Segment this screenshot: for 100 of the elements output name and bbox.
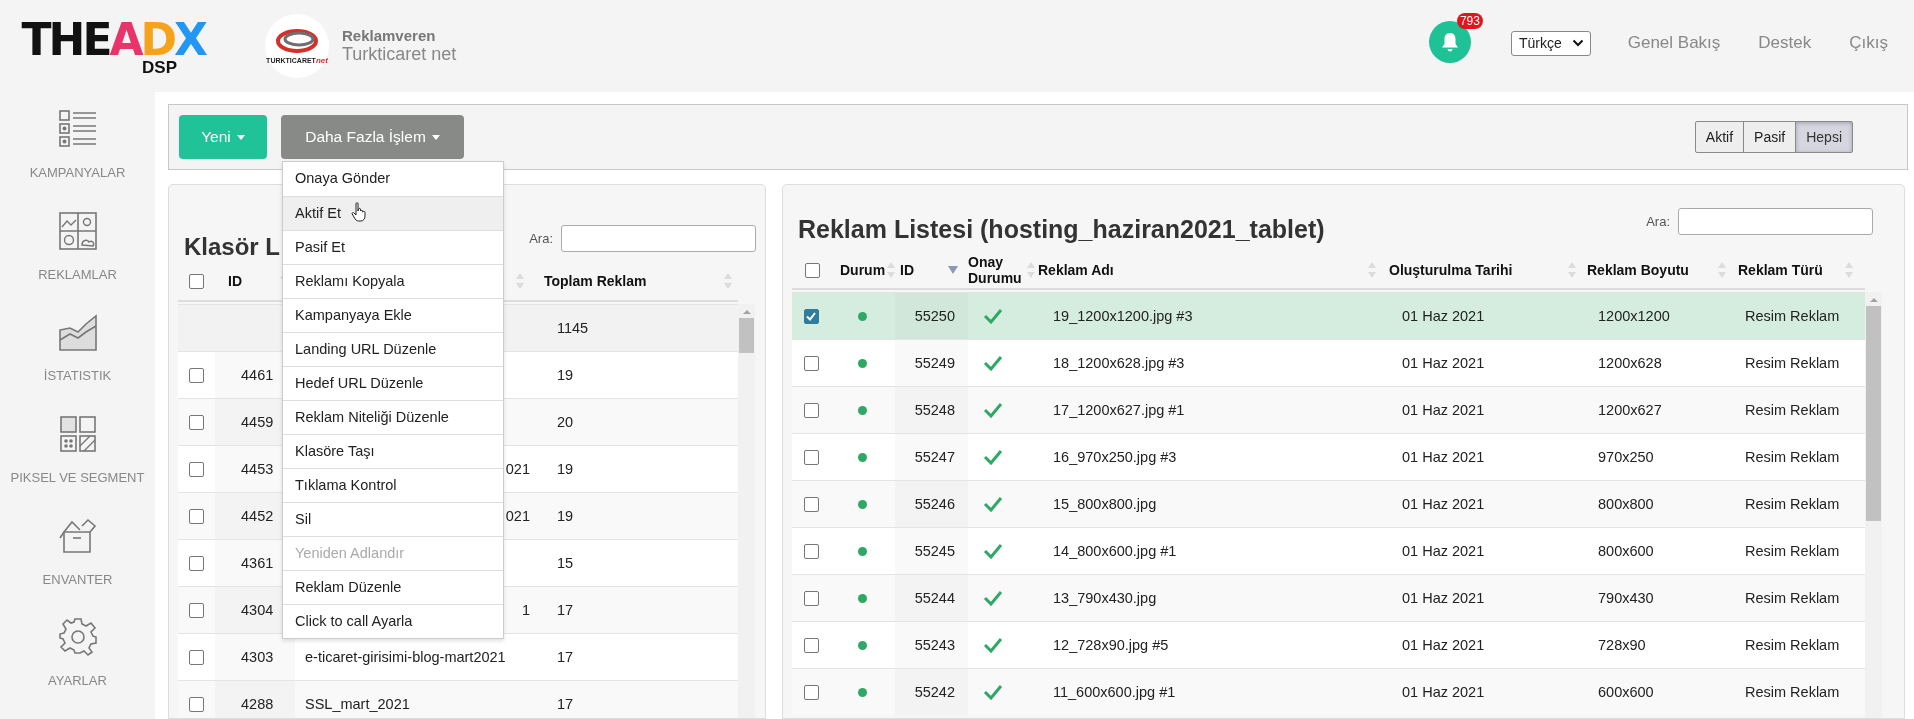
- checkbox[interactable]: [803, 543, 819, 559]
- sort-descending-icon[interactable]: [948, 266, 958, 274]
- column-header[interactable]: Durum: [840, 262, 886, 278]
- advertiser-label: Reklamveren: [342, 27, 437, 44]
- brand-logo-subtitle: DSP: [142, 60, 177, 76]
- table-cell-text: 14_800x600.jpg #1: [1052, 542, 1178, 561]
- brand-logo[interactable]: THEADX: [21, 20, 205, 60]
- table-cell: 55250: [895, 293, 968, 339]
- checkbox[interactable]: [803, 590, 819, 606]
- search-label: Ara:: [529, 231, 553, 246]
- table-cell: 55247: [895, 434, 968, 480]
- area-chart-icon[interactable]: [57, 312, 98, 353]
- table-cell-text: 01 Haz 2021: [1401, 495, 1486, 514]
- checkbox[interactable]: [189, 273, 204, 289]
- bell-icon: [1440, 32, 1459, 52]
- checkbox[interactable]: [189, 461, 204, 477]
- table-cell-text: 800x600: [1597, 542, 1655, 561]
- checkbox[interactable]: [803, 449, 819, 465]
- table-cell-text: Resim Reklam: [1744, 636, 1841, 655]
- table-cell-text: 970x250: [1597, 448, 1655, 467]
- table-cell-text: e-ticaret-girisimi-blog-mart2021: [304, 648, 507, 667]
- menu-item[interactable]: Onaya Gönder: [283, 162, 503, 196]
- menu-item[interactable]: Kampanyaya Ekle: [283, 298, 503, 332]
- table-cell: 55249: [895, 340, 968, 386]
- table-cell-text: 16_970x250.jpg #3: [1052, 448, 1178, 467]
- search-field[interactable]: [1678, 208, 1873, 235]
- table-cell: 55243: [895, 622, 968, 668]
- hand-cursor-icon: [351, 202, 367, 222]
- table-cell-text: 11_600x600.jpg #1: [1052, 683, 1177, 702]
- swirl-icon: [275, 27, 319, 54]
- menu-item[interactable]: Tıklama Kontrol: [283, 468, 503, 502]
- table-cell-text: 1200x628: [1597, 354, 1663, 373]
- checkbox[interactable]: [189, 414, 204, 430]
- checkbox[interactable]: [189, 602, 204, 618]
- column-header[interactable]: ID: [228, 273, 242, 289]
- table-cell-text: 17_1200x627.jpg #1: [1052, 401, 1186, 420]
- checkbox[interactable]: [803, 402, 819, 418]
- table-cell-text: 01 Haz 2021: [1401, 589, 1486, 608]
- menu-item[interactable]: Sil: [283, 502, 503, 536]
- checkbox[interactable]: [803, 355, 819, 371]
- filter-tab[interactable]: Hepsi: [1795, 121, 1853, 153]
- table-cell-text: 15_800x800.jpg: [1052, 495, 1158, 514]
- scrollbar[interactable]: [1865, 292, 1882, 718]
- checkbox[interactable]: [189, 367, 204, 383]
- checkbox[interactable]: [189, 649, 204, 665]
- checkbox[interactable]: [803, 496, 819, 512]
- panel-title: Reklam Listesi (hosting_haziran2021_tablet): [798, 214, 1325, 244]
- column-header[interactable]: Onay Durumu: [968, 254, 1027, 286]
- menu-item[interactable]: Pasif Et: [283, 230, 503, 264]
- table-cell-text: 15: [556, 554, 575, 573]
- checkbox[interactable]: [189, 696, 204, 712]
- table-cell-text: 18_1200x628.jpg #3: [1052, 354, 1186, 373]
- caret-icon: [431, 134, 440, 140]
- table-cell-text: 1145: [556, 319, 590, 338]
- checkbox[interactable]: [803, 308, 819, 324]
- column-header[interactable]: Reklam Adı: [1038, 262, 1114, 278]
- filter-tab[interactable]: Aktif: [1694, 121, 1745, 153]
- menu-item[interactable]: Reklam Düzenle: [283, 570, 503, 604]
- table-cell: 4288: [215, 681, 295, 718]
- checkbox[interactable]: [803, 684, 819, 700]
- table-cell-text: Resim Reklam: [1744, 401, 1841, 420]
- menu-item[interactable]: Hedef URL Düzenle: [283, 366, 503, 400]
- table-cell-text: 19: [556, 366, 575, 385]
- table-cell-text: 1200x1200: [1597, 307, 1671, 326]
- table-cell-text: Resim Reklam: [1744, 448, 1841, 467]
- language-select[interactable]: Türkçe: [1510, 30, 1591, 56]
- checkbox[interactable]: [189, 555, 204, 571]
- table-cell-text: Resim Reklam: [1744, 683, 1841, 702]
- column-header[interactable]: Oluşturulma Tarihi: [1389, 262, 1513, 278]
- table-cell-text: 021: [505, 507, 530, 526]
- checkbox[interactable]: [189, 508, 204, 524]
- scrollbar[interactable]: [738, 304, 755, 718]
- table-cell-text: 20: [556, 413, 575, 432]
- filter-tab[interactable]: Pasif: [1743, 121, 1797, 153]
- column-header[interactable]: Reklam Boyutu: [1587, 262, 1689, 278]
- table-cell-text: Resim Reklam: [1744, 307, 1841, 326]
- table-cell-text: 728x90: [1597, 636, 1647, 655]
- menu-item[interactable]: Click to call Ayarla: [283, 604, 503, 638]
- checkbox[interactable]: [803, 637, 819, 653]
- pattern-grid-icon[interactable]: [57, 414, 98, 454]
- table-cell-text: 01 Haz 2021: [1401, 448, 1486, 467]
- menu-item[interactable]: Landing URL Düzenle: [283, 332, 503, 366]
- list-icon[interactable]: [57, 109, 98, 149]
- table-cell-text: 790x430: [1597, 589, 1655, 608]
- search-field[interactable]: [561, 225, 756, 252]
- column-header[interactable]: ID: [900, 262, 914, 278]
- table-cell-text: 17: [556, 601, 575, 620]
- settings-icon[interactable]: [57, 617, 98, 658]
- menu-item[interactable]: Reklam Niteliği Düzenle: [283, 400, 503, 434]
- table-cell-text: 800x800: [1597, 495, 1655, 514]
- table-cell-text: Resim Reklam: [1744, 354, 1841, 373]
- menu-item[interactable]: Klasöre Taşı: [283, 434, 503, 468]
- image-grid-icon[interactable]: [57, 210, 98, 251]
- column-header[interactable]: Reklam Türü: [1738, 262, 1823, 278]
- menu-item[interactable]: Reklamı Kopyala: [283, 264, 503, 298]
- checkbox[interactable]: [804, 262, 820, 278]
- menu-item[interactable]: Aktif Et: [283, 196, 503, 230]
- table-cell: 55248: [895, 387, 968, 433]
- table-cell-text: Resim Reklam: [1744, 589, 1841, 608]
- column-header[interactable]: Toplam Reklam: [544, 273, 647, 289]
